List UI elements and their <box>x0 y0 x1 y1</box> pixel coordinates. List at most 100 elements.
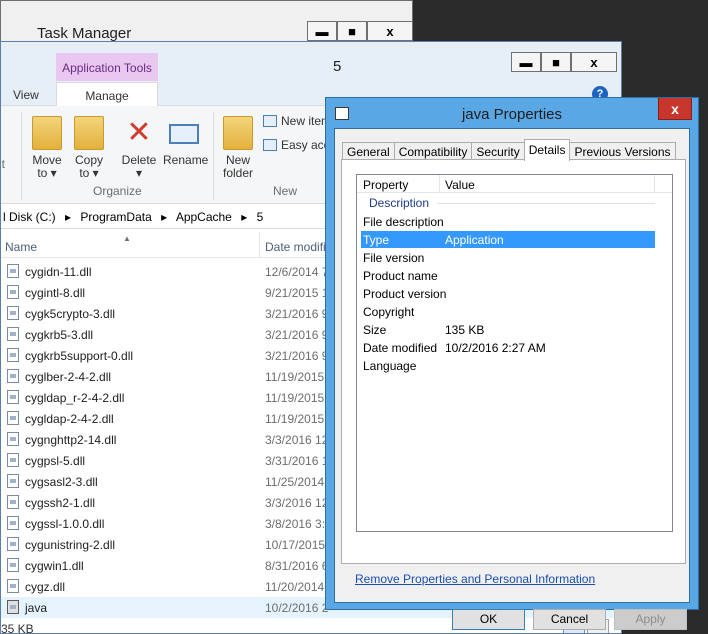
delete-icon: ✕ <box>126 116 152 149</box>
copy-to-icon <box>74 116 104 150</box>
breadcrumb-programdata[interactable]: ProgramData <box>80 210 151 224</box>
new-item-label: New item <box>281 114 332 128</box>
property-row[interactable]: Product version <box>361 285 655 302</box>
dll-file-icon <box>7 537 19 551</box>
tab-view[interactable]: View <box>13 88 39 102</box>
remove-properties-link[interactable]: Remove Properties and Personal Informati… <box>355 572 595 586</box>
properties-list[interactable]: Property Value Description File descript… <box>356 174 673 532</box>
section-divider <box>437 203 655 204</box>
column-date-modified[interactable]: Date modifi <box>265 240 326 254</box>
file-date: 9/21/2015 1 <box>265 286 329 300</box>
file-name: cygwin1.dll <box>25 559 84 573</box>
property-row[interactable]: File description <box>361 213 655 230</box>
details-panel: Property Value Description File descript… <box>341 159 686 564</box>
property-row[interactable]: Size 135 KB <box>361 321 655 338</box>
status-selected-size: 35 KB <box>1 622 34 634</box>
new-folder-button[interactable]: New folder <box>221 116 255 180</box>
dll-file-icon <box>7 390 19 404</box>
breadcrumb-chevron-icon[interactable]: ▸ <box>241 210 247 224</box>
explorer-caption-buttons: ▬ ■ x <box>511 52 617 72</box>
group-organize-label: Organize <box>93 184 142 198</box>
rename-button[interactable]: Rename <box>163 116 208 167</box>
property-row[interactable]: Product name <box>361 267 655 284</box>
group-new-label: New <box>273 184 298 198</box>
property-key: File version <box>363 251 425 265</box>
dialog-body: General Compatibility Security Details P… <box>334 128 690 630</box>
column-separator[interactable] <box>439 175 440 193</box>
maximize-button[interactable]: ■ <box>541 52 571 72</box>
properties-dialog: java Properties x General Compatibility … <box>325 97 699 630</box>
file-name: cygkrb5support-0.dll <box>25 349 134 363</box>
application-file-icon <box>7 600 19 614</box>
tab-manage[interactable]: Manage <box>56 82 158 107</box>
minimize-button[interactable]: ▬ <box>307 21 337 41</box>
cut-button-fragment[interactable]: ut <box>1 158 5 171</box>
file-date: 3/21/2016 9 <box>265 307 329 321</box>
file-name: cygsasl2-3.dll <box>25 475 98 489</box>
properties-tabs: General Compatibility Security Details P… <box>342 139 676 161</box>
file-date: 3/8/2016 3:4 <box>265 517 332 531</box>
property-row[interactable]: Language <box>361 357 655 374</box>
dialog-titlebar: java Properties x <box>326 98 698 128</box>
dll-file-icon <box>7 285 19 299</box>
file-date: 3/31/2016 1 <box>265 454 329 468</box>
new-folder-icon <box>223 116 253 150</box>
properties-list-header: Property Value <box>357 175 672 193</box>
property-row[interactable]: Copyright <box>361 303 655 320</box>
copy-to-label: Copy to ▾ <box>74 153 103 180</box>
file-date: 11/19/2015 <box>265 370 325 384</box>
property-row-selected[interactable]: Type Application <box>361 231 655 248</box>
ribbon-separator <box>213 112 214 200</box>
breadcrumb-appcache[interactable]: AppCache <box>176 210 232 224</box>
property-key: Type <box>363 233 390 247</box>
dll-file-icon <box>7 453 19 467</box>
breadcrumb-chevron-icon[interactable]: ▸ <box>161 210 167 224</box>
close-button[interactable]: x <box>571 52 617 72</box>
new-item-button[interactable]: New item <box>263 114 331 128</box>
column-name[interactable]: Name <box>5 240 37 254</box>
apply-button[interactable]: Apply <box>614 609 687 630</box>
file-name: cygldap-2-4-2.dll <box>25 412 114 426</box>
dll-file-icon <box>7 327 19 341</box>
dll-file-icon <box>7 369 19 383</box>
maximize-button[interactable]: ■ <box>337 21 367 41</box>
property-row[interactable]: File version <box>361 249 655 266</box>
section-description: Description <box>369 196 430 210</box>
column-property[interactable]: Property <box>363 178 408 192</box>
file-name: cygk5crypto-3.dll <box>25 307 116 321</box>
application-tools-tab: Application Tools <box>56 53 158 81</box>
cancel-button[interactable]: Cancel <box>533 609 606 630</box>
move-to-button[interactable]: Move to ▾ <box>31 116 63 180</box>
property-key: Product name <box>363 269 438 283</box>
property-row[interactable]: Date modified 10/2/2016 2:27 AM <box>361 339 655 356</box>
dll-file-icon <box>7 558 19 572</box>
minimize-button[interactable]: ▬ <box>511 52 541 72</box>
tab-details[interactable]: Details <box>523 139 571 161</box>
ok-button[interactable]: OK <box>452 609 525 630</box>
new-folder-label: New folder <box>222 153 254 180</box>
copy-to-button[interactable]: Copy to ▾ <box>73 116 105 180</box>
explorer-title: 5 <box>333 58 342 75</box>
file-name: cygldap_r-2-4-2.dll <box>25 391 125 405</box>
property-key: File description <box>363 215 444 229</box>
breadcrumb-chevron-icon[interactable]: ▸ <box>65 210 71 224</box>
close-button[interactable]: x <box>367 21 413 41</box>
status-bar: 35 KB <box>1 619 621 634</box>
file-date: 3/3/2016 12 <box>265 433 329 447</box>
property-key: Product version <box>363 287 447 301</box>
breadcrumb-drive[interactable]: l Disk (C:) <box>3 210 56 224</box>
file-date: 3/21/2016 9 <box>265 349 329 363</box>
dll-file-icon <box>7 348 19 362</box>
breadcrumb-folder-5[interactable]: 5 <box>257 210 264 224</box>
column-separator[interactable] <box>259 232 260 258</box>
column-value[interactable]: Value <box>445 178 475 192</box>
file-date: 8/31/2016 6 <box>265 559 329 573</box>
delete-button[interactable]: ✕ Delete ▾ <box>121 116 157 180</box>
rename-icon <box>169 124 199 144</box>
dll-file-icon <box>7 264 19 278</box>
file-date: 11/20/2014 <box>265 580 325 594</box>
dialog-close-button[interactable]: x <box>658 98 692 120</box>
column-separator[interactable] <box>654 175 655 193</box>
easy-access-icon <box>263 139 277 151</box>
file-date: 11/25/2014 <box>265 475 325 489</box>
